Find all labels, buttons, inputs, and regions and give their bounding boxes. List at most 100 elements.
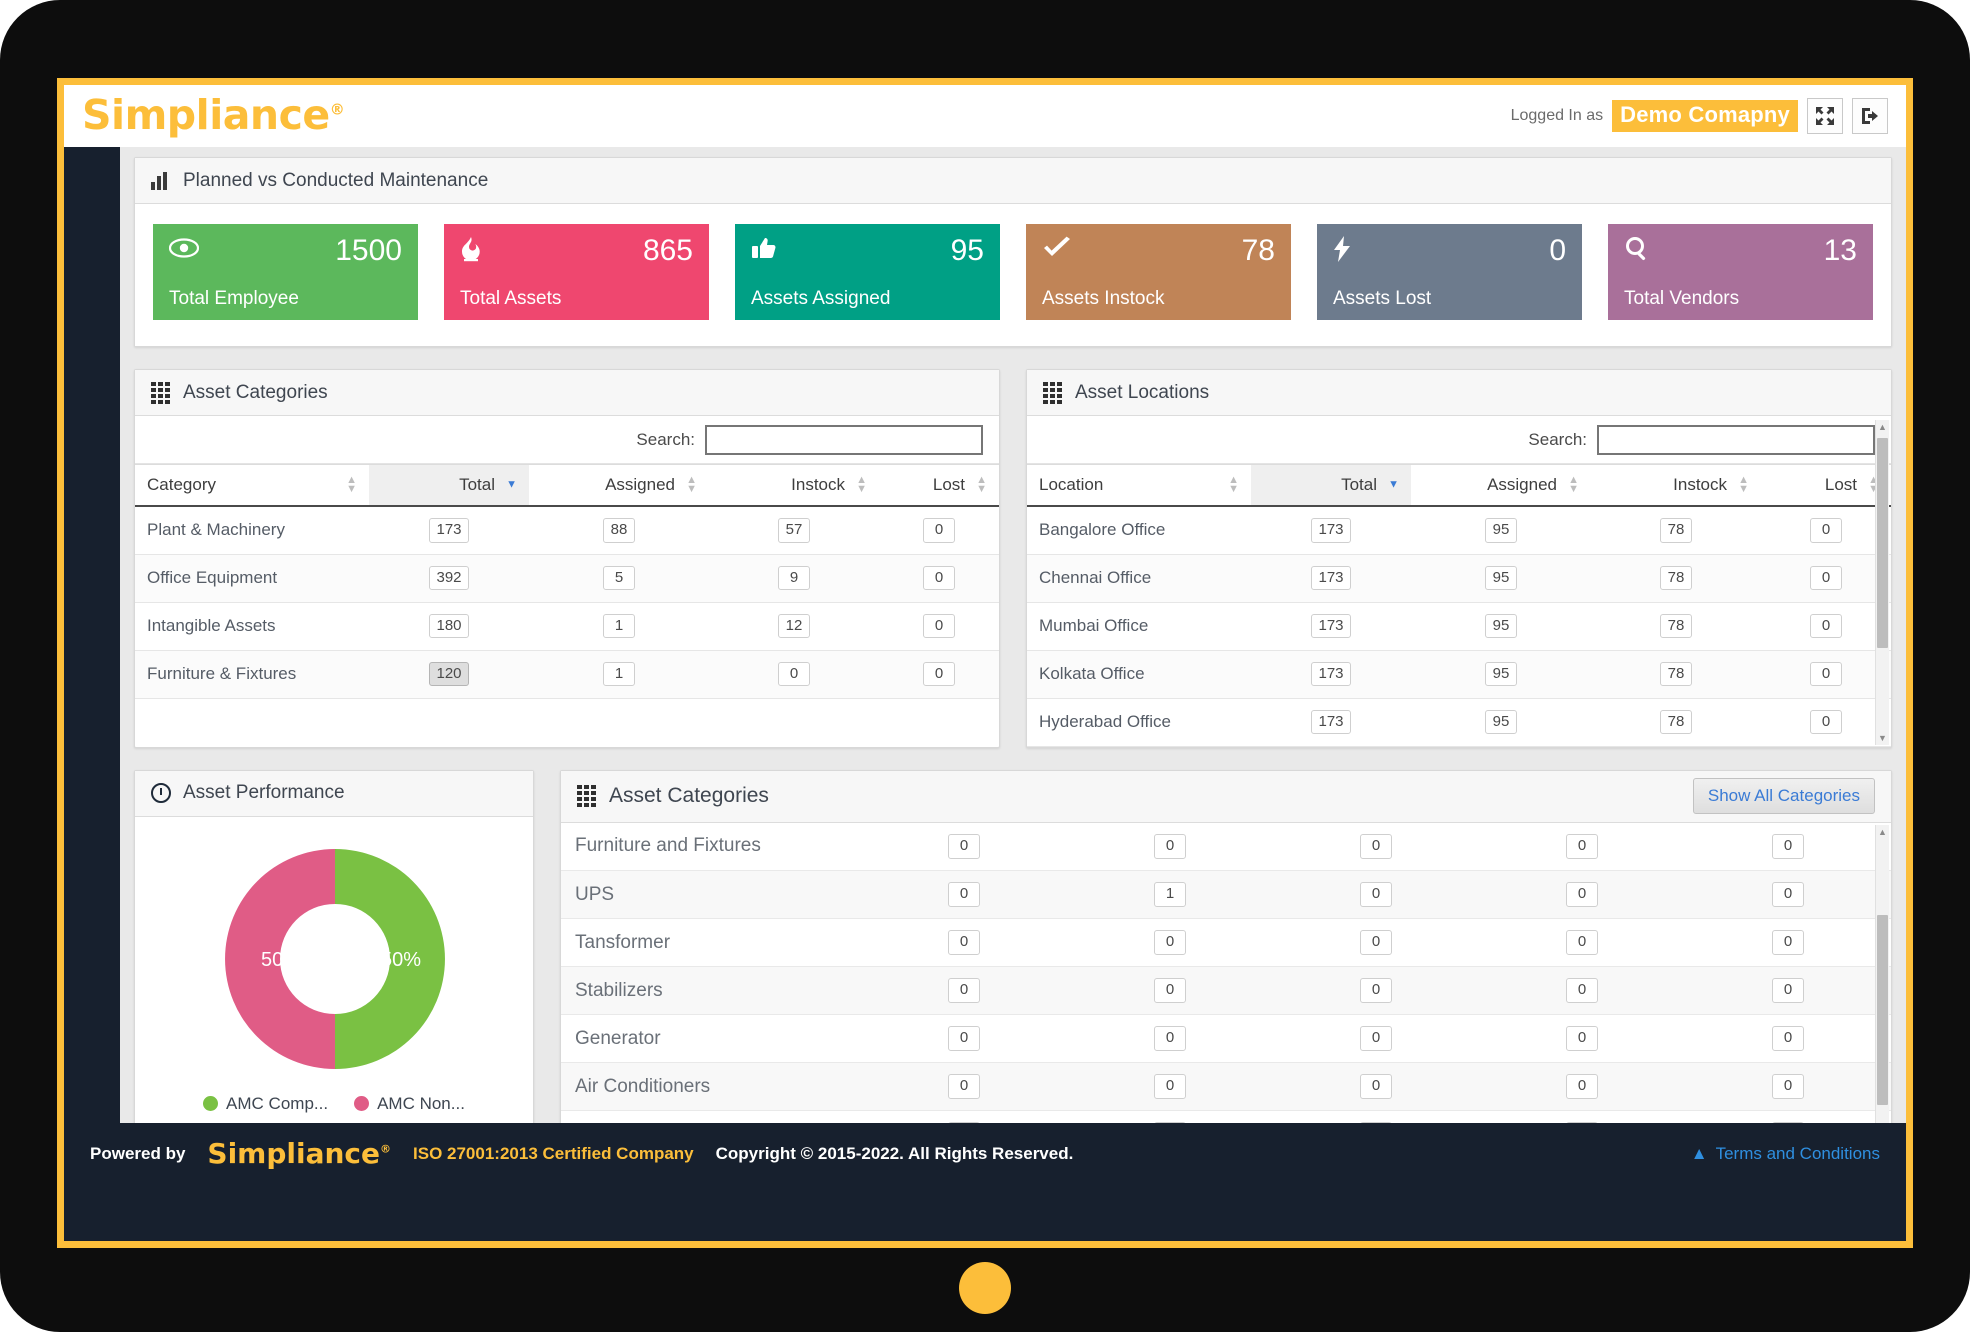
- cell-name: Air Conditioners: [561, 1062, 861, 1111]
- body-area: Planned vs Conducted Maintenance 1500 To…: [64, 147, 1906, 1185]
- scroll-up-arrow[interactable]: ▲: [1878, 827, 1887, 837]
- value-pill: 0: [1772, 930, 1804, 955]
- cell-c3: 0: [1273, 822, 1479, 871]
- list-item[interactable]: Stabilizers 0 0 0 0 0: [561, 966, 1891, 1015]
- cell-assigned: 1: [529, 650, 709, 699]
- registered-mark: ®: [329, 99, 345, 118]
- table-row[interactable]: Bangalore Office 173 95 78 0: [1027, 506, 1891, 555]
- value-pill: 78: [1660, 661, 1692, 687]
- asset-categories-title: Asset Categories: [183, 381, 328, 403]
- value-pill: 78: [1660, 565, 1692, 591]
- footer-copyright: Copyright © 2015-2022. All Rights Reserv…: [715, 1144, 1074, 1163]
- table-row[interactable]: Hyderabad Office 173 95 78 0: [1027, 698, 1891, 747]
- asset-locations-scrollbar[interactable]: ▲ ▼: [1875, 420, 1889, 745]
- cell-location: Chennai Office: [1027, 554, 1251, 603]
- cell-assigned: 1: [529, 602, 709, 651]
- value-pill: 173: [429, 518, 469, 543]
- scroll-up-arrow[interactable]: ▲: [1878, 422, 1887, 432]
- cell-assigned: 95: [1411, 698, 1591, 747]
- cell-c2: 0: [1067, 1062, 1273, 1111]
- top-bar: Simpliance® Logged In as Demo Comapny: [64, 85, 1906, 147]
- kpi-card-total-employee[interactable]: 1500 Total Employee: [153, 224, 418, 320]
- cell-name: Stabilizers: [561, 966, 861, 1015]
- table-row[interactable]: Kolkata Office 173 95 78 0: [1027, 650, 1891, 699]
- kpi-card-total-vendors[interactable]: 13 Total Vendors: [1608, 224, 1873, 320]
- column-label: Assigned: [1487, 475, 1557, 494]
- column-header-instock[interactable]: Instock ▲ ▼: [709, 464, 879, 507]
- table-row[interactable]: Office Equipment 392 5 9 0: [135, 554, 999, 603]
- value-pill: 0: [923, 661, 955, 687]
- value-pill: 0: [1772, 834, 1804, 859]
- value-pill: 0: [923, 613, 955, 639]
- kpi-label: Assets Lost: [1333, 288, 1432, 309]
- column-header-assigned[interactable]: Assigned ▲ ▼: [1411, 464, 1591, 507]
- list-item[interactable]: Furniture and Fixtures 0 0 0 0 0: [561, 822, 1891, 871]
- value-pill: 95: [1485, 613, 1517, 639]
- column-header-total[interactable]: Total ▼: [369, 464, 529, 507]
- value-pill: 0: [1360, 1074, 1392, 1099]
- kpi-card-assets-lost[interactable]: 0 Assets Lost: [1317, 224, 1582, 320]
- gauge-icon: [151, 783, 171, 803]
- kpi-card-assets-instock[interactable]: 78 Assets Instock: [1026, 224, 1291, 320]
- value-pill: 0: [1566, 1026, 1598, 1051]
- list-item[interactable]: UPS 0 1 0 0 0: [561, 870, 1891, 919]
- cell-category: Office Equipment: [135, 554, 369, 603]
- cell-total: 173: [1251, 650, 1411, 699]
- table-row[interactable]: Intangible Assets 180 1 12 0: [135, 602, 999, 651]
- legend-item-amc-non[interactable]: AMC Non...: [354, 1094, 465, 1114]
- sort-icon: ▲ ▼: [856, 474, 867, 495]
- column-header-location[interactable]: Location ▲ ▼: [1027, 464, 1251, 507]
- value-pill: 0: [1360, 930, 1392, 955]
- table-row[interactable]: Furniture & Fixtures 120 1 0 0: [135, 650, 999, 699]
- terms-and-conditions-link[interactable]: ▲ Terms and Conditions: [1691, 1144, 1880, 1164]
- sort-icon-active: ▼: [1388, 478, 1399, 491]
- logout-icon[interactable]: [1852, 98, 1888, 134]
- scrollbar-thumb[interactable]: [1877, 914, 1888, 1105]
- column-header-assigned[interactable]: Assigned ▲ ▼: [529, 464, 709, 507]
- fullscreen-icon[interactable]: [1807, 98, 1843, 134]
- cell-lost: 0: [879, 506, 999, 555]
- column-header-total[interactable]: Total ▼: [1251, 464, 1411, 507]
- maintenance-panel-header: Planned vs Conducted Maintenance: [135, 158, 1891, 204]
- value-pill: 1: [603, 613, 635, 639]
- column-header-lost[interactable]: Lost ▲ ▼: [1761, 464, 1891, 507]
- column-header-instock[interactable]: Instock ▲ ▼: [1591, 464, 1761, 507]
- column-header-category[interactable]: Category ▲ ▼: [135, 464, 369, 507]
- cell-assigned: 95: [1411, 554, 1591, 603]
- table-row[interactable]: Chennai Office 173 95 78 0: [1027, 554, 1891, 603]
- table-header-row: Category ▲ ▼ Total ▼ Assigned ▲ ▼ Instoc…: [135, 464, 999, 507]
- scroll-down-arrow[interactable]: ▼: [1878, 733, 1887, 743]
- value-pill: 0: [1810, 565, 1842, 591]
- cell-c5: 0: [1685, 822, 1891, 871]
- home-button[interactable]: [959, 1262, 1011, 1314]
- app-logo[interactable]: Simpliance®: [82, 94, 345, 136]
- value-pill: 57: [778, 518, 810, 543]
- cell-c5: 0: [1685, 966, 1891, 1015]
- list-item[interactable]: Air Conditioners 0 0 0 0 0: [561, 1062, 1891, 1111]
- list-item[interactable]: Tansformer 0 0 0 0 0: [561, 918, 1891, 967]
- kpi-card-total-assets[interactable]: 865 Total Assets: [444, 224, 709, 320]
- asset-performance-title: Asset Performance: [183, 782, 345, 803]
- column-header-lost[interactable]: Lost ▲ ▼: [879, 464, 999, 507]
- table-row[interactable]: Mumbai Office 173 95 78 0: [1027, 602, 1891, 651]
- table-row[interactable]: Plant & Machinery 173 88 57 0: [135, 506, 999, 555]
- cell-total: 173: [1251, 506, 1411, 555]
- search-input[interactable]: [705, 424, 983, 455]
- column-label: Lost: [932, 475, 965, 494]
- list-item[interactable]: Generator 0 0 0 0 0: [561, 1014, 1891, 1063]
- user-name-chip[interactable]: Demo Comapny: [1612, 100, 1798, 132]
- show-all-categories-button[interactable]: Show All Categories: [1692, 778, 1875, 814]
- terms-label: Terms and Conditions: [1715, 1144, 1880, 1163]
- tables-row: Asset Categories Search: Category ▲ ▼ To…: [134, 369, 1892, 748]
- cell-location: Bangalore Office: [1027, 506, 1251, 555]
- legend-item-amc-completed[interactable]: AMC Comp...: [203, 1094, 328, 1114]
- value-pill: 0: [948, 930, 980, 955]
- cell-c5: 0: [1685, 870, 1891, 919]
- cell-category: Plant & Machinery: [135, 506, 369, 555]
- donut-label-green: 50%: [381, 949, 421, 971]
- search-input[interactable]: [1597, 424, 1875, 455]
- asset-categories-list-scrollbar[interactable]: ▲ ▼: [1875, 824, 1889, 1157]
- scrollbar-thumb[interactable]: [1877, 438, 1888, 648]
- cell-c3: 0: [1273, 918, 1479, 967]
- kpi-card-assets-assigned[interactable]: 95 Assets Assigned: [735, 224, 1000, 320]
